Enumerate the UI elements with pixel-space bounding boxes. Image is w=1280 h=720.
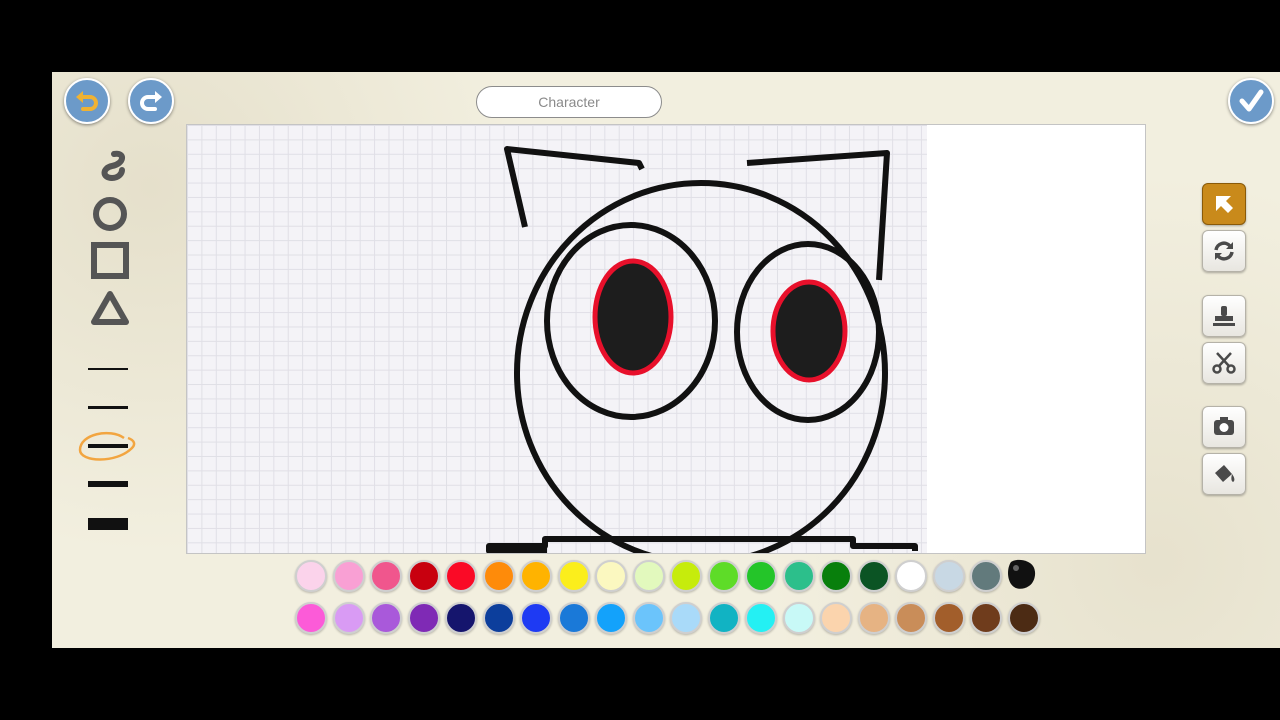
line-width-sample bbox=[88, 481, 128, 487]
line-width-sample bbox=[88, 405, 128, 409]
color-swatch[interactable] bbox=[445, 560, 477, 592]
line-width-sample bbox=[88, 518, 128, 530]
color-swatch[interactable] bbox=[820, 602, 852, 634]
line-width-option[interactable] bbox=[86, 395, 130, 419]
rectangle-tool[interactable] bbox=[88, 240, 132, 282]
color-swatch[interactable] bbox=[707, 602, 740, 634]
color-swatch[interactable] bbox=[482, 560, 515, 592]
color-swatch[interactable] bbox=[295, 560, 327, 592]
left-pupil bbox=[592, 258, 674, 376]
scissors-icon bbox=[1212, 352, 1236, 374]
left-ear-stroke bbox=[504, 146, 645, 228]
camera-tool-button[interactable] bbox=[1202, 406, 1246, 448]
color-swatch[interactable] bbox=[482, 602, 515, 634]
freehand-icon bbox=[101, 150, 125, 182]
right-pupil bbox=[770, 279, 848, 383]
color-swatch[interactable] bbox=[745, 560, 777, 592]
stamp-icon bbox=[1213, 306, 1235, 326]
color-swatch[interactable] bbox=[670, 602, 702, 634]
character-drawing bbox=[486, 146, 918, 553]
stamp-tool-button[interactable] bbox=[1202, 295, 1246, 337]
ellipse-tool[interactable] bbox=[88, 194, 132, 234]
paint-editor: Character bbox=[52, 72, 1280, 648]
color-swatch[interactable] bbox=[632, 602, 665, 634]
freehand-tool[interactable] bbox=[88, 148, 132, 188]
color-swatch[interactable] bbox=[370, 602, 402, 634]
color-swatch[interactable] bbox=[857, 602, 890, 634]
color-swatch[interactable] bbox=[895, 560, 927, 592]
color-swatch[interactable] bbox=[857, 560, 890, 592]
color-swatch[interactable] bbox=[557, 560, 590, 592]
paint-bucket-icon bbox=[1215, 465, 1235, 482]
triangle-icon bbox=[91, 291, 129, 325]
color-swatch[interactable] bbox=[595, 602, 627, 634]
select-tool-button[interactable] bbox=[1202, 183, 1246, 225]
fill-tool-button[interactable] bbox=[1202, 453, 1246, 495]
undo-icon bbox=[76, 91, 98, 111]
color-swatch[interactable] bbox=[407, 602, 440, 634]
color-swatch[interactable] bbox=[557, 602, 590, 634]
color-swatch[interactable] bbox=[895, 602, 927, 634]
redo-icon bbox=[140, 91, 162, 111]
color-swatch[interactable] bbox=[370, 560, 402, 592]
line-width-option[interactable] bbox=[86, 512, 130, 536]
redo-button[interactable] bbox=[128, 78, 174, 124]
color-swatch[interactable] bbox=[595, 560, 627, 592]
drawing-canvas[interactable] bbox=[186, 124, 1146, 554]
triangle-tool[interactable] bbox=[88, 288, 132, 328]
color-swatch[interactable] bbox=[407, 560, 440, 592]
color-swatch[interactable] bbox=[1007, 602, 1040, 634]
color-swatch[interactable] bbox=[745, 602, 777, 634]
ink-swatch-selected[interactable] bbox=[1003, 556, 1039, 594]
color-swatch[interactable] bbox=[820, 560, 852, 592]
color-swatch[interactable] bbox=[295, 602, 327, 634]
rotate-tool-button[interactable] bbox=[1202, 230, 1246, 272]
color-swatch[interactable] bbox=[332, 560, 365, 592]
color-swatch[interactable] bbox=[445, 602, 477, 634]
color-swatch[interactable] bbox=[932, 560, 965, 592]
selected-width-ring bbox=[78, 431, 136, 461]
character-name-field[interactable]: Character bbox=[476, 86, 662, 118]
checkmark-icon bbox=[1239, 89, 1264, 112]
body-stroke bbox=[486, 536, 918, 553]
character-name-placeholder: Character bbox=[538, 94, 600, 110]
ellipse-icon bbox=[93, 197, 127, 231]
line-width-sample bbox=[88, 368, 128, 370]
color-swatch[interactable] bbox=[782, 560, 815, 592]
arrow-cursor-icon bbox=[1216, 196, 1233, 213]
rotate-icon bbox=[1214, 241, 1234, 261]
undo-button[interactable] bbox=[64, 78, 110, 124]
color-swatch[interactable] bbox=[632, 560, 665, 592]
camera-icon bbox=[1214, 417, 1234, 435]
cut-tool-button[interactable] bbox=[1202, 342, 1246, 384]
line-width-option[interactable] bbox=[86, 357, 130, 381]
color-swatch[interactable] bbox=[520, 602, 552, 634]
color-swatch[interactable] bbox=[332, 602, 365, 634]
color-swatch[interactable] bbox=[782, 602, 815, 634]
line-width-option[interactable] bbox=[86, 472, 130, 496]
color-swatch[interactable] bbox=[707, 560, 740, 592]
done-button[interactable] bbox=[1228, 78, 1274, 124]
drawing-layer bbox=[486, 146, 918, 553]
color-swatch[interactable] bbox=[520, 560, 552, 592]
color-swatch[interactable] bbox=[932, 602, 965, 634]
color-swatch[interactable] bbox=[670, 560, 702, 592]
color-swatch[interactable] bbox=[970, 602, 1002, 634]
rectangle-icon bbox=[91, 242, 129, 279]
color-swatch[interactable] bbox=[970, 560, 1002, 592]
